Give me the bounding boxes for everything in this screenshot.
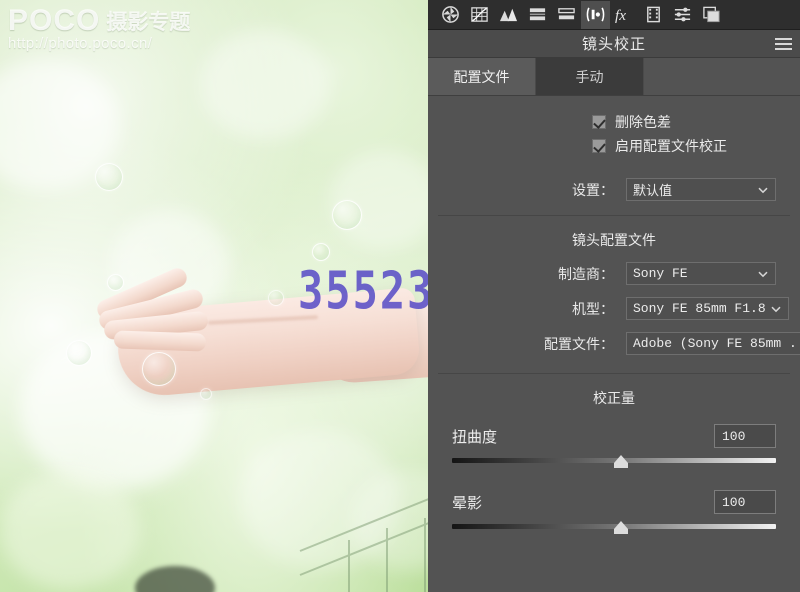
profile-select[interactable]: Adobe (Sony FE 85mm ... (626, 332, 800, 355)
manufacturer-row: 制造商： Sony FE (428, 262, 800, 285)
checkbox-enable-profile-correction[interactable] (592, 139, 606, 153)
lens-correction-panel: fx 镜头校正 配置文件 手动 删除色差 启用配置文件校正 设置： 默认值 镜头… (428, 0, 800, 592)
tab-profile-label: 配置文件 (453, 68, 510, 85)
chevron-down-icon (771, 306, 781, 312)
checkbox-row-enable-profile-correction[interactable]: 启用配置文件校正 (428, 134, 800, 158)
photo-preview-pane[interactable]: POCO 摄影专题 http://photo.poco.cn/ 355236 (0, 0, 428, 592)
slider-vignetting: 晕影 100 (428, 490, 800, 536)
settings-select[interactable]: 默认值 (626, 178, 776, 201)
checkbox-row-remove-chromatic-aberration[interactable]: 删除色差 (428, 110, 800, 134)
soap-bubble (66, 340, 92, 366)
tab-profile[interactable]: 配置文件 (428, 58, 536, 95)
manufacturer-select[interactable]: Sony FE (626, 262, 776, 285)
slider-vignetting-label: 晕影 (452, 494, 483, 512)
soap-bubble (142, 352, 176, 386)
white-balance-icon[interactable] (436, 1, 465, 29)
checkbox-label-remove-chromatic-aberration: 删除色差 (615, 114, 671, 130)
calibration-sliders-icon[interactable] (668, 1, 697, 29)
watermark-subtitle: 摄影专题 (106, 11, 191, 34)
chevron-down-icon (758, 271, 768, 277)
settings-value: 默认值 (633, 184, 673, 199)
tab-strip-filler (644, 58, 800, 95)
overlay-number: 355236 (298, 261, 428, 321)
settings-label: 设置： (572, 181, 614, 198)
model-value: Sony FE 85mm F1.8 (633, 301, 766, 316)
filmstrip-icon[interactable] (639, 1, 668, 29)
panel-titlebar: 镜头校正 (428, 30, 800, 58)
checkbox-remove-chromatic-aberration[interactable] (592, 115, 606, 129)
lens-correction-screen: POCO 摄影专题 http://photo.poco.cn/ 355236 (0, 0, 800, 592)
tab-manual-label: 手动 (575, 68, 604, 85)
tab-manual[interactable]: 手动 (536, 58, 644, 95)
divider-above-correction (438, 373, 790, 374)
lens-profile-section-title: 镜头配置文件 (572, 232, 656, 248)
split-toning-icon[interactable] (523, 1, 552, 29)
effects-fx-icon[interactable]: fx (610, 1, 639, 29)
panel-tabs: 配置文件 手动 (428, 58, 800, 96)
module-toolbar: fx (428, 0, 800, 30)
model-select[interactable]: Sony FE 85mm F1.8 (626, 297, 789, 320)
slider-distortion-value[interactable]: 100 (714, 424, 776, 448)
model-row: 机型： Sony FE 85mm F1.8 (428, 297, 800, 320)
slider-vignetting-value[interactable]: 100 (714, 490, 776, 514)
fence-railing (299, 493, 428, 592)
profile-value: Adobe (Sony FE 85mm ... (633, 336, 800, 351)
tone-curve-icon[interactable] (465, 1, 494, 29)
manufacturer-label: 制造商： (558, 265, 614, 282)
hamburger-icon[interactable] (775, 37, 792, 50)
checkbox-label-enable-profile-correction: 启用配置文件校正 (615, 138, 727, 154)
watermark-brand: POCO (8, 4, 101, 37)
correction-section-title: 校正量 (593, 390, 635, 406)
slider-distortion-label: 扭曲度 (452, 428, 498, 446)
divider-above-lens-profile (438, 215, 790, 216)
detail-icon[interactable] (552, 1, 581, 29)
model-label: 机型： (572, 300, 614, 317)
chevron-down-icon (758, 187, 768, 193)
soap-bubble (107, 274, 124, 291)
manufacturer-value: Sony FE (633, 266, 688, 281)
lens-correction-icon[interactable] (581, 0, 610, 29)
hsl-color-icon[interactable] (494, 1, 523, 29)
settings-row: 设置： 默认值 (428, 178, 800, 201)
soap-bubble (200, 388, 212, 400)
slider-distortion-track[interactable] (452, 454, 776, 470)
svg-text:fx: fx (615, 7, 626, 24)
profile-label: 配置文件： (544, 335, 614, 352)
profile-row: 配置文件： Adobe (Sony FE 85mm ... (428, 332, 800, 355)
panel-body: 删除色差 启用配置文件校正 设置： 默认值 镜头配置文件 制造商： Sony F… (428, 96, 800, 592)
soap-bubble (312, 243, 330, 261)
presets-stack-icon[interactable] (697, 1, 726, 29)
soap-bubble (332, 200, 362, 230)
soap-bubble (95, 163, 123, 191)
slider-vignetting-track[interactable] (452, 520, 776, 536)
soap-bubble (268, 290, 284, 306)
poco-watermark: POCO 摄影专题 http://photo.poco.cn/ (8, 4, 190, 52)
slider-distortion: 扭曲度 100 (428, 424, 800, 470)
panel-title: 镜头校正 (581, 36, 646, 53)
